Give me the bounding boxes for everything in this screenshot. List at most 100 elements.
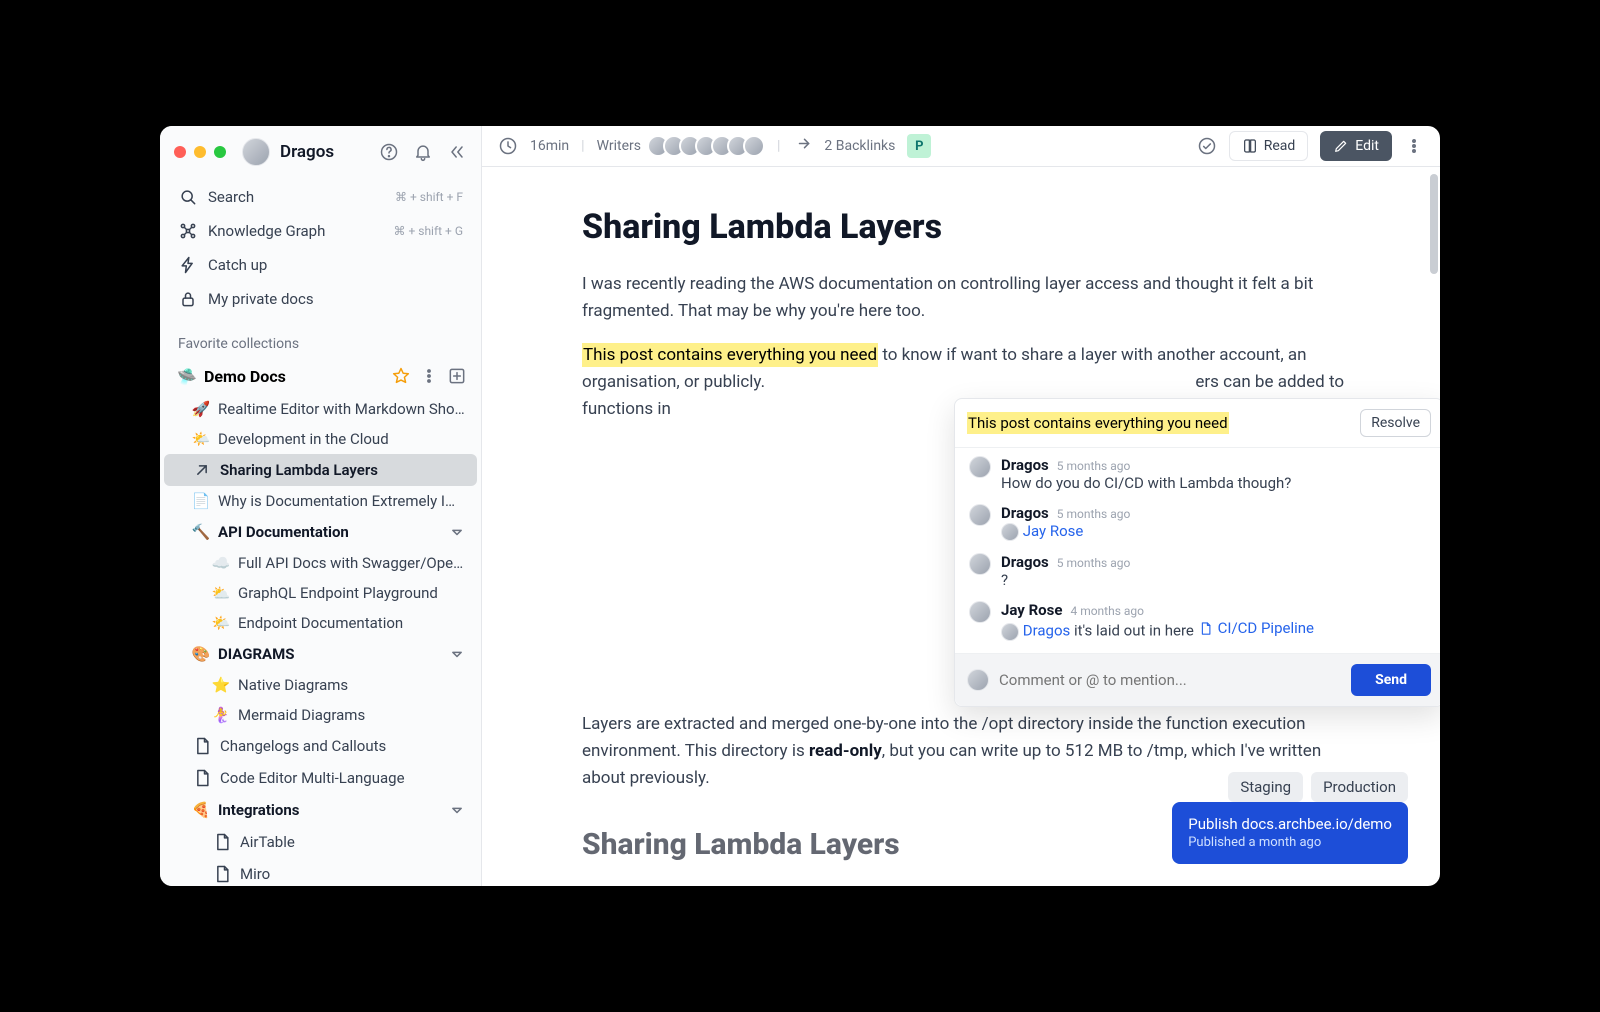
- tree-item-realtime-editor[interactable]: 🚀Realtime Editor with Markdown Sho…: [164, 394, 477, 424]
- nav-private-docs[interactable]: My private docs: [168, 282, 473, 316]
- lightning-icon: [178, 255, 198, 275]
- edit-button[interactable]: Edit: [1320, 131, 1392, 161]
- sidebar-header: Dragos: [160, 126, 481, 176]
- section-favorites-label: Favorite collections: [160, 322, 481, 358]
- clock-icon: [498, 136, 518, 156]
- tree-item-sharing-lambda-layers[interactable]: Sharing Lambda Layers: [164, 454, 477, 486]
- collection-demo-docs[interactable]: 🛸 Demo Docs: [164, 358, 477, 394]
- publish-title: Publish docs.archbee.io/demo: [1188, 814, 1392, 834]
- tree-item-miro[interactable]: Miro: [164, 858, 477, 886]
- chevron-down-icon[interactable]: [447, 800, 467, 820]
- check-circle-icon[interactable]: [1197, 136, 1217, 156]
- tree-item-changelogs[interactable]: Changelogs and Callouts: [164, 730, 477, 762]
- comment-text: How do you do CI/CD with Lambda though?: [1001, 474, 1291, 492]
- main-panel: 16min | Writers | 2 Backlinks P Read Edi…: [482, 126, 1440, 886]
- environment-tags: Staging Production: [1228, 772, 1408, 802]
- username-label: Dragos: [280, 142, 334, 162]
- tree-item-graphql[interactable]: ⛅GraphQL Endpoint Playground: [164, 578, 477, 608]
- comment-item: Dragos5 months ago How do you do CI/CD w…: [969, 456, 1429, 492]
- maximize-window-button[interactable]: [214, 146, 226, 158]
- nav-label: Knowledge Graph: [208, 222, 325, 240]
- planet-icon: 🛸: [178, 367, 196, 386]
- add-page-icon[interactable]: [447, 366, 467, 386]
- window-controls: [174, 146, 226, 158]
- sun-cloud-icon: ⛅: [212, 584, 230, 602]
- app-window: Dragos Search ⌘ + shift + F Knowledge Gr…: [160, 126, 1440, 886]
- collapse-sidebar-icon[interactable]: [447, 142, 467, 162]
- user-mention[interactable]: Dragos: [1023, 622, 1071, 640]
- tree-item-swagger[interactable]: ☁️Full API Docs with Swagger/Ope…: [164, 548, 477, 578]
- nav-label: Search: [208, 188, 254, 206]
- backlinks-icon: [792, 136, 812, 156]
- tree-item-why-documentation[interactable]: 📄Why is Documentation Extremely I…: [164, 486, 477, 516]
- read-button[interactable]: Read: [1229, 131, 1309, 161]
- comment-avatar: [969, 456, 991, 478]
- collection-label: Demo Docs: [204, 367, 286, 386]
- tree-item-native-diagrams[interactable]: ⭐Native Diagrams: [164, 670, 477, 700]
- file-icon: [212, 832, 232, 852]
- shortcut-label: ⌘ + shift + G: [393, 224, 463, 238]
- file-icon: [192, 768, 212, 788]
- comment-text: Dragos it's laid out in here CI/CD Pipel…: [1001, 619, 1314, 641]
- tree-item-dev-cloud[interactable]: 🌤️Development in the Cloud: [164, 424, 477, 454]
- sun-icon: 🌤️: [192, 430, 210, 448]
- tag-staging[interactable]: Staging: [1228, 772, 1303, 802]
- minimize-window-button[interactable]: [194, 146, 206, 158]
- mention-avatar: [1001, 623, 1019, 641]
- star-icon: ⭐: [212, 676, 230, 694]
- comment-text: Jay Rose: [1001, 522, 1130, 541]
- bell-icon[interactable]: [413, 142, 433, 162]
- comment-input[interactable]: [999, 671, 1341, 689]
- mention-avatar: [1001, 523, 1019, 541]
- comment-item: Jay Rose4 months ago Dragos it's laid ou…: [969, 601, 1429, 641]
- highlighted-text[interactable]: This post contains everything you need: [582, 343, 878, 367]
- tree-item-diagrams[interactable]: 🎨DIAGRAMS: [164, 638, 477, 670]
- tree-item-airtable[interactable]: AirTable: [164, 826, 477, 858]
- comment-avatar: [969, 601, 991, 623]
- close-window-button[interactable]: [174, 146, 186, 158]
- comment-avatar: [969, 553, 991, 575]
- tree-item-code-editor[interactable]: Code Editor Multi-Language: [164, 762, 477, 794]
- composer-avatar: [967, 669, 989, 691]
- resolve-button[interactable]: Resolve: [1360, 409, 1431, 437]
- tag-production[interactable]: Production: [1311, 772, 1408, 802]
- comment-avatar: [969, 504, 991, 526]
- book-icon: [1242, 138, 1258, 154]
- comment-item: Dragos5 months ago ?: [969, 553, 1429, 589]
- user-avatar[interactable]: [242, 138, 270, 166]
- mermaid-icon: 🧜‍♀️: [212, 706, 230, 724]
- avatar: [743, 135, 765, 157]
- arrow-up-right-icon: [192, 460, 212, 480]
- more-vertical-icon[interactable]: [419, 366, 439, 386]
- nav-catch-up[interactable]: Catch up: [168, 248, 473, 282]
- chevron-down-icon[interactable]: [447, 644, 467, 664]
- nav-knowledge-graph[interactable]: Knowledge Graph ⌘ + shift + G: [168, 214, 473, 248]
- backlinks-label[interactable]: 2 Backlinks: [824, 138, 895, 154]
- doc-link[interactable]: CI/CD Pipeline: [1198, 619, 1314, 637]
- nav-search[interactable]: Search ⌘ + shift + F: [168, 180, 473, 214]
- publish-button[interactable]: Publish docs.archbee.io/demo Published a…: [1172, 802, 1408, 864]
- tree-item-integrations[interactable]: 🍕Integrations: [164, 794, 477, 826]
- palette-icon: 🎨: [192, 645, 210, 663]
- presence-badge[interactable]: P: [907, 134, 931, 158]
- comment-text: ?: [1001, 571, 1130, 589]
- star-icon[interactable]: [391, 366, 411, 386]
- comment-list: Dragos5 months ago How do you do CI/CD w…: [955, 448, 1440, 653]
- shortcut-label: ⌘ + shift + F: [395, 190, 463, 204]
- quick-nav: Search ⌘ + shift + F Knowledge Graph ⌘ +…: [160, 176, 481, 322]
- writers-label[interactable]: Writers: [597, 138, 641, 154]
- send-button[interactable]: Send: [1351, 664, 1431, 696]
- rocket-icon: 🚀: [192, 400, 210, 418]
- nav-label: Catch up: [208, 256, 267, 274]
- tree-item-endpoint-doc[interactable]: 🌤️Endpoint Documentation: [164, 608, 477, 638]
- tree-item-mermaid-diagrams[interactable]: 🧜‍♀️Mermaid Diagrams: [164, 700, 477, 730]
- chevron-down-icon[interactable]: [447, 522, 467, 542]
- more-vertical-icon[interactable]: [1404, 136, 1424, 156]
- publish-subtitle: Published a month ago: [1188, 834, 1392, 852]
- tree-item-api-documentation[interactable]: 🔨API Documentation: [164, 516, 477, 548]
- page-icon: 📄: [192, 492, 210, 510]
- writer-avatars[interactable]: [653, 135, 765, 157]
- user-mention[interactable]: Jay Rose: [1023, 522, 1084, 540]
- help-icon[interactable]: [379, 142, 399, 162]
- hammer-icon: 🔨: [192, 523, 210, 541]
